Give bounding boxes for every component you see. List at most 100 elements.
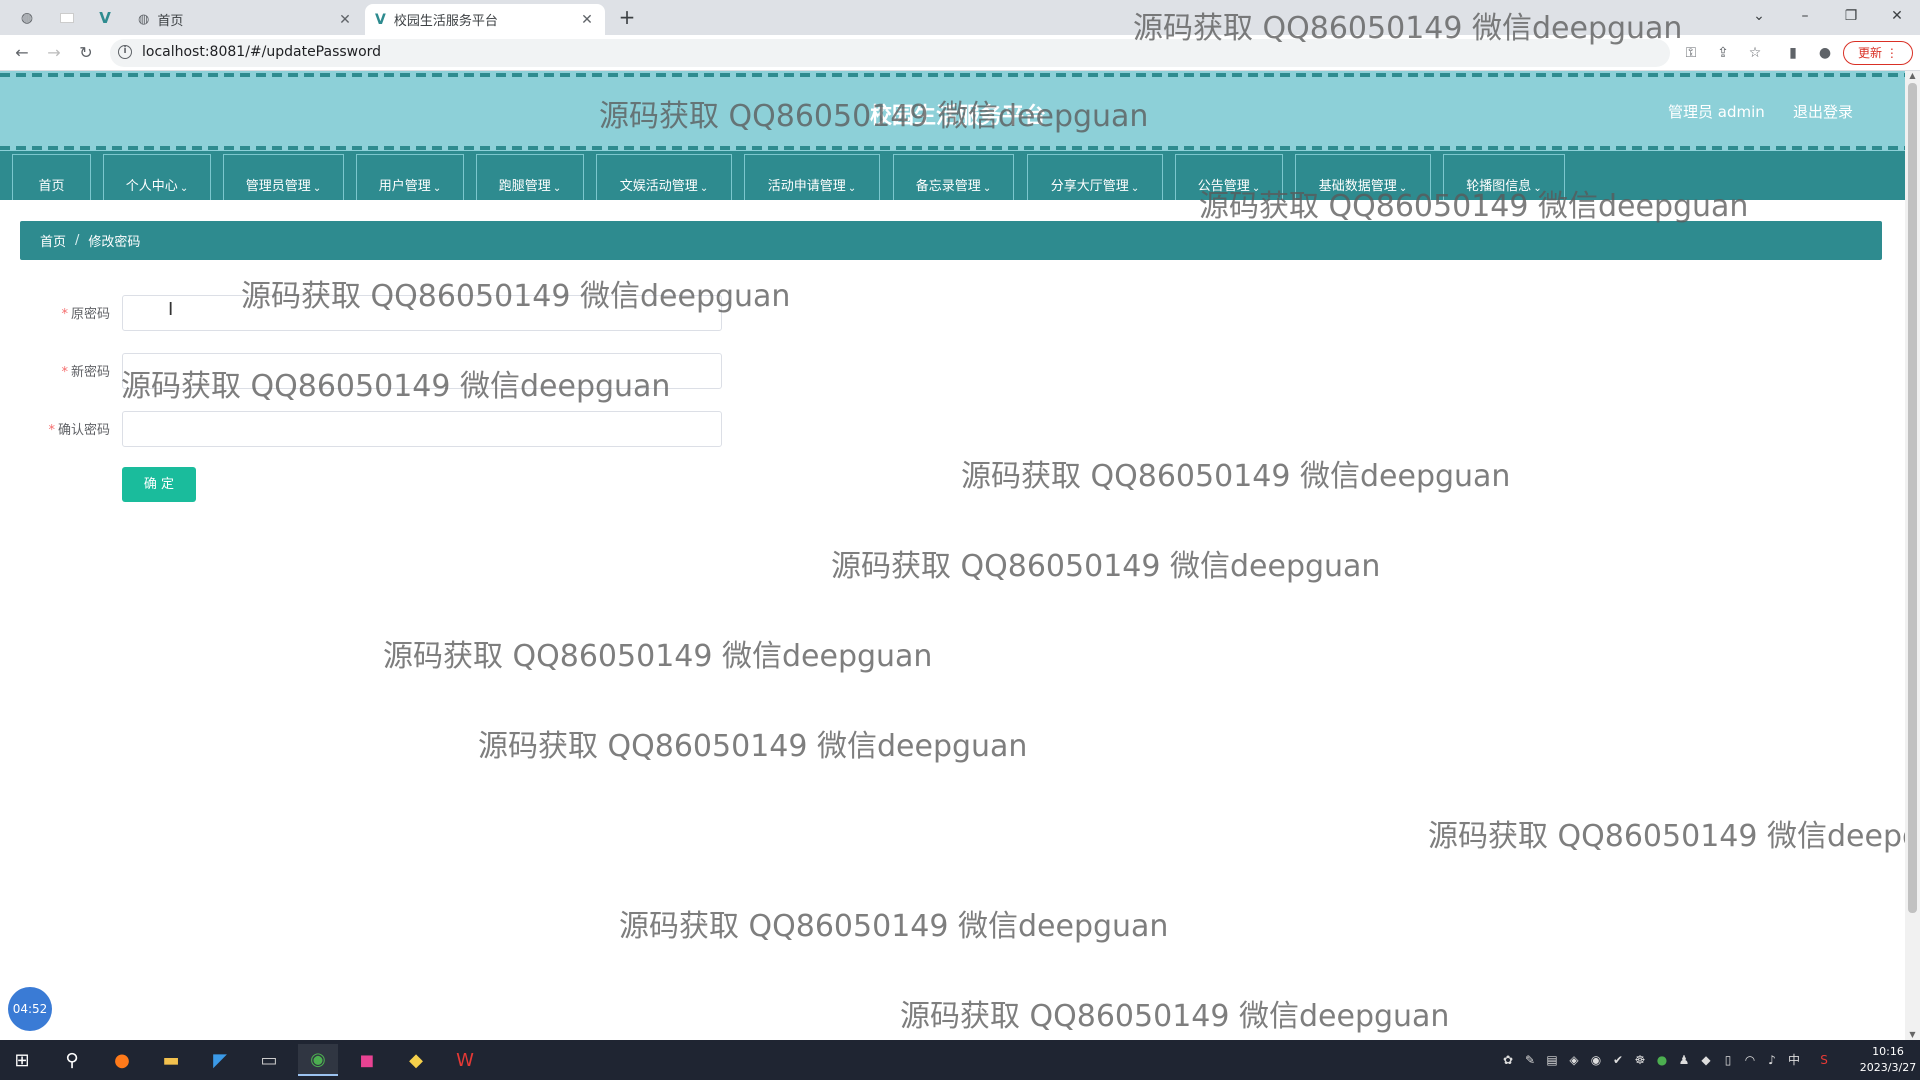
chrome-icon[interactable]: ◉ bbox=[298, 1044, 338, 1076]
tray-icon[interactable]: ▤ bbox=[1544, 1052, 1560, 1068]
confirm-password-input[interactable] bbox=[122, 411, 722, 447]
nav-item-applications[interactable]: 活动申请管理 ⌄ bbox=[744, 154, 880, 200]
scroll-thumb[interactable] bbox=[1908, 83, 1917, 913]
watermark: 源码获取 QQ86050149 微信deepguan bbox=[383, 639, 933, 674]
chevron-down-icon: ⌄ bbox=[1533, 183, 1542, 194]
network-icon[interactable]: ◠ bbox=[1742, 1052, 1758, 1068]
pinned-tab-vue-icon[interactable]: V bbox=[88, 4, 122, 32]
nav-item-notices[interactable]: 公告管理 ⌄ bbox=[1175, 154, 1283, 200]
nav-item-carousel[interactable]: 轮播图信息 ⌄ bbox=[1443, 154, 1565, 200]
star-icon[interactable]: ☆ bbox=[1744, 42, 1766, 64]
tab-active[interactable]: V 校园生活服务平台 ✕ bbox=[365, 4, 605, 35]
reload-icon[interactable]: ↻ bbox=[74, 41, 98, 65]
windows-start-icon[interactable]: ⊞ bbox=[2, 1044, 42, 1076]
chevron-down-icon: ⌄ bbox=[179, 183, 189, 194]
watermark: 源码获取 QQ86050149 微信deepguan bbox=[961, 459, 1511, 494]
globe-icon: ◍ bbox=[138, 12, 150, 27]
tab-title: 首页 bbox=[157, 14, 184, 29]
nav-item-profile[interactable]: 个人中心 ⌄ bbox=[103, 154, 211, 200]
submit-button[interactable]: 确 定 bbox=[122, 467, 196, 502]
breadcrumb: 首页 / 修改密码 bbox=[20, 221, 1882, 260]
close-window-icon[interactable]: ✕ bbox=[1882, 4, 1912, 28]
url-text: localhost:8081/#/updatePassword bbox=[142, 44, 382, 60]
tray-icon[interactable]: ◆ bbox=[1698, 1052, 1714, 1068]
old-password-row: * 原密码 bbox=[0, 293, 760, 331]
app-icon[interactable]: ◆ bbox=[396, 1044, 436, 1076]
close-icon[interactable]: ✕ bbox=[337, 12, 353, 28]
firefox-icon[interactable]: ● bbox=[102, 1044, 142, 1076]
confirm-password-label: * 确认密码 bbox=[48, 423, 110, 438]
tray-icon[interactable]: ◈ bbox=[1566, 1052, 1582, 1068]
nav-item-memos[interactable]: 备忘录管理 ⌄ bbox=[893, 154, 1014, 200]
old-password-label: * 原密码 bbox=[61, 307, 110, 322]
required-mark: * bbox=[48, 423, 55, 438]
tray-icon[interactable]: ☸ bbox=[1632, 1052, 1648, 1068]
update-button[interactable]: 更新 ⋮ bbox=[1843, 41, 1913, 65]
tray-icon[interactable]: ✔ bbox=[1610, 1052, 1626, 1068]
system-clock[interactable]: 10:16 2023/3/27 bbox=[1858, 1044, 1918, 1076]
header-dashed-border bbox=[0, 73, 1905, 77]
scroll-down-icon[interactable]: ▼ bbox=[1908, 1030, 1917, 1040]
breadcrumb-home[interactable]: 首页 bbox=[40, 231, 66, 250]
chevron-down-icon: ⌄ bbox=[699, 183, 709, 194]
key-icon[interactable]: ⚿ bbox=[1680, 42, 1702, 64]
confirm-password-row: * 确认密码 bbox=[0, 409, 760, 447]
close-icon[interactable]: ✕ bbox=[579, 12, 595, 28]
nav-item-base-data[interactable]: 基础数据管理 ⌄ bbox=[1295, 154, 1431, 200]
pinned-tab-blank-icon[interactable] bbox=[50, 4, 84, 32]
intellij-icon[interactable]: ◼ bbox=[347, 1044, 387, 1076]
old-password-input[interactable] bbox=[122, 295, 722, 331]
chevron-down-icon: ⌄ bbox=[432, 183, 442, 194]
header-dashed-border bbox=[0, 146, 1905, 150]
chevron-down-icon: ⌄ bbox=[847, 183, 857, 194]
info-icon[interactable]: i bbox=[118, 45, 132, 59]
new-password-input[interactable] bbox=[122, 353, 722, 389]
required-mark: * bbox=[61, 307, 68, 322]
file-explorer-icon[interactable]: ▬ bbox=[151, 1044, 191, 1076]
terminal-icon[interactable]: ▭ bbox=[249, 1044, 289, 1076]
browser-tab-bar: ◍ V ◍ 首页 ✕ V 校园生活服务平台 ✕ + ⌄ – ❐ ✕ bbox=[0, 0, 1920, 35]
search-icon[interactable]: ⚲ bbox=[52, 1044, 92, 1076]
tray-icon[interactable]: ◉ bbox=[1588, 1052, 1604, 1068]
vscode-icon[interactable]: ◤ bbox=[200, 1044, 240, 1076]
minimize-icon[interactable]: – bbox=[1790, 4, 1820, 28]
volume-icon[interactable]: ♪ bbox=[1764, 1052, 1780, 1068]
app-title: 校园生活服务平台 bbox=[870, 104, 1047, 129]
logout-link[interactable]: 退出登录 bbox=[1793, 101, 1853, 122]
sidebar-icon[interactable]: ▮ bbox=[1782, 42, 1804, 64]
tab-home[interactable]: ◍ 首页 ✕ bbox=[128, 4, 363, 35]
watermark: 源码获取 QQ86050149 微信deepguan bbox=[831, 549, 1381, 584]
required-mark: * bbox=[61, 365, 68, 380]
nav-item-errands[interactable]: 跑腿管理 ⌄ bbox=[476, 154, 584, 200]
current-user: 管理员 admin bbox=[1668, 103, 1765, 121]
back-icon[interactable]: ← bbox=[10, 41, 34, 65]
recording-timer[interactable]: 04:52 bbox=[8, 987, 52, 1031]
tray-icon[interactable]: ✎ bbox=[1522, 1052, 1538, 1068]
wps-icon[interactable]: W bbox=[445, 1044, 485, 1076]
forward-icon[interactable]: → bbox=[42, 41, 66, 65]
ime-indicator[interactable]: 中 bbox=[1786, 1052, 1802, 1068]
app-header: 校园生活服务平台 管理员 admin 退出登录 bbox=[0, 71, 1905, 151]
address-bar[interactable]: i localhost:8081/#/updatePassword bbox=[110, 39, 1670, 67]
profile-icon[interactable]: ● bbox=[1814, 42, 1836, 64]
main-nav: 首页 个人中心 ⌄ 管理员管理 ⌄ 用户管理 ⌄ 跑腿管理 ⌄ 文娱活动管理 ⌄ 活动申请… bbox=[0, 151, 1905, 200]
new-tab-button[interactable]: + bbox=[615, 6, 639, 30]
tray-icon[interactable]: ✿ bbox=[1500, 1052, 1516, 1068]
page-scrollbar[interactable]: ▲ ▼ bbox=[1905, 71, 1920, 1040]
nav-item-activities[interactable]: 文娱活动管理 ⌄ bbox=[596, 154, 732, 200]
nav-item-share-hall[interactable]: 分享大厅管理 ⌄ bbox=[1027, 154, 1163, 200]
restore-icon[interactable]: ❐ bbox=[1836, 4, 1866, 28]
scroll-up-icon[interactable]: ▲ bbox=[1908, 71, 1917, 81]
wechat-icon[interactable]: ● bbox=[1654, 1052, 1670, 1068]
tab-title: 校园生活服务平台 bbox=[393, 14, 498, 29]
tray-icon[interactable]: ♟ bbox=[1676, 1052, 1692, 1068]
nav-item-admin[interactable]: 管理员管理 ⌄ bbox=[223, 154, 344, 200]
nav-item-users[interactable]: 用户管理 ⌄ bbox=[356, 154, 464, 200]
share-icon[interactable]: ⇪ bbox=[1712, 42, 1734, 64]
nav-item-home[interactable]: 首页 bbox=[12, 154, 91, 200]
tab-search-chevron-icon[interactable]: ⌄ bbox=[1744, 4, 1774, 28]
chevron-down-icon: ⌄ bbox=[552, 183, 562, 194]
tray-icon[interactable]: S bbox=[1816, 1052, 1832, 1068]
tray-icon[interactable]: ▯ bbox=[1720, 1052, 1736, 1068]
pinned-tab-globe-icon[interactable]: ◍ bbox=[10, 4, 44, 32]
